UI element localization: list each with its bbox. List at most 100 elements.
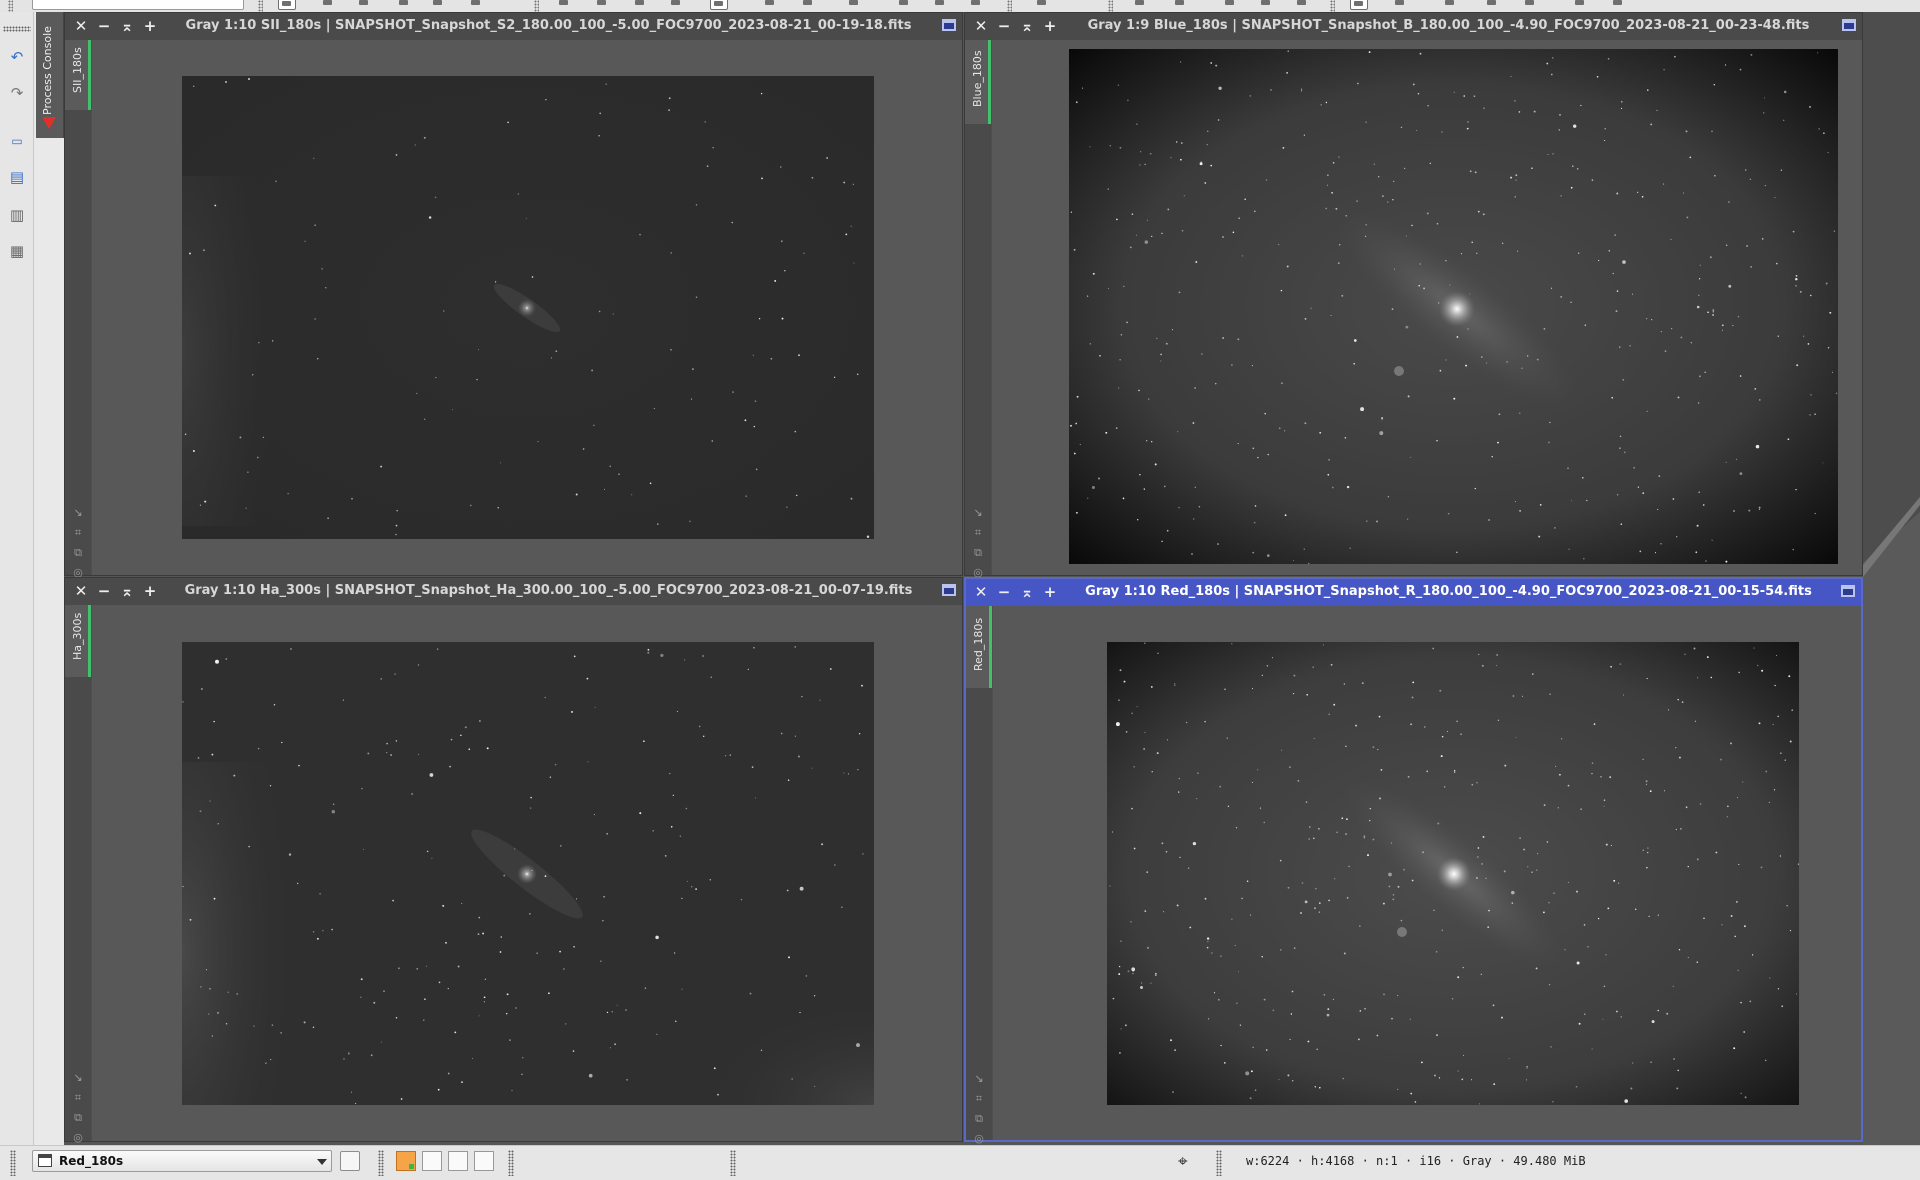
toolbar-grip[interactable]: [258, 0, 263, 12]
toolbar-grip[interactable]: [1007, 0, 1012, 12]
target-icon[interactable]: ◎: [972, 1132, 986, 1146]
blue-channel-swatch[interactable]: [474, 1151, 494, 1171]
maximize-icon[interactable]: [1841, 585, 1855, 597]
image-window-blue[interactable]: ✕ − ⌅ + Gray 1:9 Blue_180s | SNAPSHOT_Sn…: [964, 12, 1863, 579]
toolbar-button[interactable]: [800, 0, 816, 8]
toolbar-button[interactable]: [846, 0, 862, 8]
astro-image-sii[interactable]: [182, 76, 874, 539]
toolbar-button[interactable]: [968, 0, 984, 8]
toolbar-grip[interactable]: [8, 0, 13, 12]
resize-corner-icon[interactable]: ↘: [971, 506, 985, 520]
minimize-icon[interactable]: −: [996, 583, 1012, 601]
fit-view-icon[interactable]: ⌗: [972, 1092, 986, 1106]
view-tab-blue[interactable]: Blue_180s: [965, 40, 991, 124]
window-titlebar[interactable]: ✕ − ⌅ + Gray 1:10 SII_180s | SNAPSHOT_Sn…: [65, 13, 962, 40]
view-selector[interactable]: Red_180s: [32, 1150, 332, 1172]
astro-image-blue[interactable]: [1069, 49, 1838, 564]
rgb-channel-swatch[interactable]: [396, 1151, 416, 1171]
window-titlebar[interactable]: ✕ − ⌅ + Gray 1:10 Red_180s | SNAPSHOT_Sn…: [966, 579, 1861, 606]
toolbar-button[interactable]: [1034, 0, 1050, 8]
clone-icon[interactable]: ⧉: [972, 1112, 986, 1126]
toolbar-grip[interactable]: [10, 1150, 16, 1176]
clone-icon[interactable]: ⧉: [71, 546, 85, 560]
astro-image-ha[interactable]: [182, 642, 874, 1105]
maximize-icon[interactable]: [1842, 19, 1856, 31]
toolbar-button[interactable]: [668, 0, 684, 8]
process-console-tab[interactable]: Process Console: [36, 12, 64, 138]
shade-icon[interactable]: ⌅: [1019, 17, 1035, 35]
close-icon[interactable]: ✕: [73, 17, 89, 35]
view-tab-ha[interactable]: Ha_300s: [65, 605, 91, 677]
fit-view-icon[interactable]: ⌗: [971, 526, 985, 540]
toolbar-grip[interactable]: [1216, 1150, 1222, 1176]
chevron-down-icon[interactable]: [317, 1159, 327, 1165]
toolbar-button[interactable]: [1258, 0, 1274, 8]
image-canvas[interactable]: [92, 40, 962, 575]
window-titlebar[interactable]: ✕ − ⌅ + Gray 1:10 Ha_300s | SNAPSHOT_Sna…: [65, 578, 962, 605]
toolbar-button[interactable]: [1522, 0, 1538, 8]
toolbar-button[interactable]: [1610, 0, 1626, 8]
view-tab-red[interactable]: Red_180s: [966, 606, 992, 688]
toolbar-button[interactable]: [556, 0, 572, 8]
toolbar-button[interactable]: [1294, 0, 1310, 8]
toolbar-button[interactable]: [932, 0, 948, 8]
close-icon[interactable]: ✕: [73, 582, 89, 600]
window-titlebar[interactable]: ✕ − ⌅ + Gray 1:9 Blue_180s | SNAPSHOT_Sn…: [965, 13, 1862, 40]
image-window-ha[interactable]: ✕ − ⌅ + Gray 1:10 Ha_300s | SNAPSHOT_Sna…: [64, 577, 963, 1145]
toolbar-button[interactable]: [632, 0, 648, 8]
toolbar-button[interactable]: [1132, 0, 1148, 8]
toolbar-button-selected[interactable]: [278, 0, 296, 10]
view-tab-sii[interactable]: SII_180s: [65, 40, 91, 110]
fit-view-icon[interactable]: ⌗: [71, 1091, 85, 1105]
image-container-icon[interactable]: ▥: [7, 206, 27, 224]
shade-icon[interactable]: ⌅: [119, 582, 135, 600]
toolbar-button[interactable]: [1222, 0, 1238, 8]
image-canvas[interactable]: [92, 605, 962, 1141]
target-icon[interactable]: ◎: [71, 1131, 85, 1145]
image-window-sii[interactable]: ✕ − ⌅ + Gray 1:10 SII_180s | SNAPSHOT_Sn…: [64, 12, 963, 579]
toolbar-grip[interactable]: [1108, 0, 1113, 12]
extract-icon[interactable]: ▦: [7, 242, 27, 260]
toolbar-button[interactable]: [320, 0, 336, 8]
toolbar-grip[interactable]: [730, 1150, 736, 1176]
close-icon[interactable]: ✕: [973, 17, 989, 35]
resize-corner-icon[interactable]: ↘: [71, 1071, 85, 1085]
add-icon[interactable]: +: [1042, 17, 1058, 35]
add-icon[interactable]: +: [142, 17, 158, 35]
toolbar-grip[interactable]: [1330, 0, 1335, 12]
minimize-icon[interactable]: −: [996, 17, 1012, 35]
toolbar-button-selected[interactable]: [1350, 0, 1368, 10]
undo-icon[interactable]: ↶: [7, 48, 27, 66]
fit-view-icon[interactable]: ⌗: [71, 526, 85, 540]
new-preview-icon[interactable]: ▭: [7, 132, 27, 150]
clone-icon[interactable]: ⧉: [971, 546, 985, 560]
clone-icon[interactable]: ⧉: [71, 1111, 85, 1125]
toolbar-grip[interactable]: [3, 26, 31, 32]
toolbar-button-selected[interactable]: [710, 0, 728, 10]
toolbar-button[interactable]: [1484, 0, 1500, 8]
toolbar-grip[interactable]: [378, 1150, 384, 1176]
toolbar-button[interactable]: [1572, 0, 1588, 8]
minimize-icon[interactable]: −: [96, 582, 112, 600]
toolbar-button[interactable]: [1392, 0, 1408, 8]
toolbar-view-field[interactable]: [32, 0, 244, 10]
toolbar-button[interactable]: [356, 0, 372, 8]
toolbar-button[interactable]: [468, 0, 484, 8]
toolbar-button[interactable]: [396, 0, 412, 8]
image-window-red[interactable]: ✕ − ⌅ + Gray 1:10 Red_180s | SNAPSHOT_Sn…: [964, 577, 1863, 1145]
new-window-icon[interactable]: ▤: [7, 168, 27, 186]
resize-corner-icon[interactable]: ↘: [972, 1072, 986, 1086]
red-channel-swatch[interactable]: [422, 1151, 442, 1171]
toolbar-button[interactable]: [594, 0, 610, 8]
add-icon[interactable]: +: [142, 582, 158, 600]
image-canvas[interactable]: [992, 40, 1862, 575]
toolbar-grip[interactable]: [534, 0, 539, 12]
close-icon[interactable]: ✕: [973, 583, 989, 601]
maximize-icon[interactable]: [942, 19, 956, 31]
minimize-icon[interactable]: −: [96, 17, 112, 35]
image-canvas[interactable]: [993, 606, 1861, 1140]
redo-icon[interactable]: ↷: [7, 84, 27, 102]
shade-icon[interactable]: ⌅: [119, 17, 135, 35]
toolbar-button[interactable]: [1172, 0, 1188, 8]
astro-image-red[interactable]: [1107, 642, 1799, 1105]
